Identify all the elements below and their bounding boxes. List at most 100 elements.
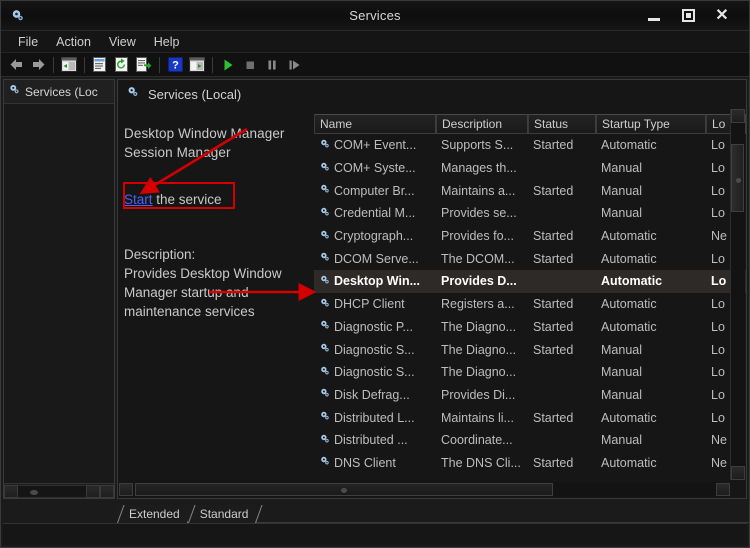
pane-content: Desktop Window Manager Session Manager S… <box>118 108 746 498</box>
column-header-status[interactable]: Status <box>528 114 596 133</box>
tab-extended[interactable]: Extended <box>117 505 188 523</box>
scroll-thumb-vertical[interactable] <box>731 143 744 212</box>
cell-name: Diagnostic S... <box>314 342 436 357</box>
pause-service-icon[interactable] <box>262 55 282 75</box>
table-row[interactable]: Diagnostic S... The Diagno... Started Manua… <box>314 338 746 361</box>
properties-icon[interactable] <box>90 55 110 75</box>
cell-status: Started <box>533 251 574 266</box>
services-list: Name Description Status Startup Type Lo … <box>314 108 746 498</box>
scroll-left-arrow[interactable] <box>4 484 18 498</box>
menu-file[interactable]: File <box>9 33 47 51</box>
cell-startup: Automatic <box>601 410 657 425</box>
cell-description: Provides se... <box>441 206 517 221</box>
list-rows: COM+ Event... Supports S... Started Automat… <box>314 134 746 498</box>
services-gear-icon <box>319 433 331 448</box>
back-icon[interactable] <box>6 55 26 75</box>
table-row[interactable]: Cryptograph... Provides fo... Started Autom… <box>314 225 746 248</box>
cell-startup: Automatic <box>601 455 657 470</box>
list-vertical-scrollbar[interactable] <box>730 109 745 480</box>
scroll-track[interactable] <box>18 484 86 498</box>
maximize-button[interactable] <box>671 3 705 29</box>
table-row[interactable]: Desktop Win... Provides D... Automatic Lo <box>314 270 746 293</box>
cell-name: DHCP Client <box>314 297 436 312</box>
scroll-down-arrow[interactable] <box>731 466 745 480</box>
scroll-extra-arrow[interactable] <box>100 484 114 498</box>
view-tabs: Extended Standard <box>1 501 749 523</box>
column-header-startup-type[interactable]: Startup Type <box>596 114 706 133</box>
table-row[interactable]: Diagnostic P... The Diagno... Started Autom… <box>314 316 746 339</box>
table-row[interactable]: DCOM Serve... The DCOM... Started Automatic… <box>314 247 746 270</box>
close-button[interactable]: ✕ <box>705 3 739 29</box>
cell-description: Provides fo... <box>441 229 514 244</box>
scroll-thumb[interactable] <box>30 489 39 495</box>
minimize-button[interactable] <box>637 3 671 29</box>
menu-help[interactable]: Help <box>145 33 189 51</box>
forward-icon[interactable] <box>28 55 48 75</box>
column-header-name[interactable]: Name <box>314 114 436 133</box>
tab-standard[interactable]: Standard <box>187 505 257 523</box>
refresh-icon[interactable] <box>112 55 132 75</box>
service-description-block: Description: Provides Desktop Window Man… <box>124 245 308 321</box>
list-horizontal-scrollbar[interactable] <box>119 482 730 497</box>
title-bar: Services ✕ <box>1 1 749 31</box>
scroll-right-arrow[interactable] <box>86 484 100 498</box>
cell-status: Started <box>533 455 574 470</box>
cell-text: Diagnostic P... <box>334 319 413 334</box>
selected-service-name: Desktop Window Manager Session Manager <box>124 126 285 160</box>
menu-action[interactable]: Action <box>47 33 100 51</box>
scroll-track-vertical[interactable] <box>731 123 745 466</box>
cell-startup: Automatic <box>601 138 657 153</box>
column-header-description[interactable]: Description <box>436 114 528 133</box>
scroll-up-arrow[interactable] <box>731 109 745 123</box>
services-gear-icon <box>319 183 331 198</box>
table-row[interactable]: Credential M... Provides se... Manual Lo <box>314 202 746 225</box>
table-row[interactable]: COM+ Syste... Manages th... Manual Lo <box>314 157 746 180</box>
cell-startup: Automatic <box>601 251 657 266</box>
scroll-thumb-horizontal[interactable] <box>135 483 553 496</box>
cell-name: Computer Br... <box>314 183 436 198</box>
cell-startup: Manual <box>601 206 642 221</box>
stop-service-icon[interactable] <box>240 55 260 75</box>
start-service-icon[interactable] <box>218 55 238 75</box>
services-gear-icon <box>319 319 331 334</box>
cell-description: Provides D... <box>441 274 517 289</box>
cell-status: Started <box>533 319 574 334</box>
table-row[interactable]: Computer Br... Maintains a... Started Manua… <box>314 179 746 202</box>
help-icon[interactable]: ? <box>165 55 185 75</box>
services-gear-icon <box>319 365 331 380</box>
svg-text:?: ? <box>172 60 179 72</box>
cell-name: Desktop Win... <box>314 274 436 289</box>
services-gear-icon <box>319 229 331 244</box>
cell-text: DCOM Serve... <box>334 251 419 266</box>
cell-text: Computer Br... <box>334 183 415 198</box>
tree-item-services-local[interactable]: Services (Loc <box>4 80 114 104</box>
tab-standard-label: Standard <box>199 507 249 521</box>
cell-text: Distributed L... <box>334 410 415 425</box>
cell-text: Diagnostic S... <box>334 342 415 357</box>
cell-startup: Manual <box>601 161 642 176</box>
show-hide-action-pane-icon[interactable] <box>187 55 207 75</box>
table-row[interactable]: COM+ Event... Supports S... Started Automat… <box>314 134 746 157</box>
scroll-right-arrow-list[interactable] <box>716 483 730 496</box>
pane-header: Services (Local) <box>118 80 746 108</box>
pane-header-label: Services (Local) <box>148 86 242 102</box>
cell-name: Cryptograph... <box>314 229 436 244</box>
export-list-icon[interactable] <box>134 55 154 75</box>
restart-service-icon[interactable] <box>284 55 304 75</box>
scroll-left-arrow-list[interactable] <box>119 483 133 496</box>
cell-startup: Manual <box>601 387 642 402</box>
services-gear-icon <box>319 206 331 221</box>
table-row[interactable]: Distributed ... Coordinate... Manual Ne <box>314 429 746 452</box>
menu-view[interactable]: View <box>100 33 145 51</box>
table-row[interactable]: Disk Defrag... Provides Di... Manual Lo <box>314 384 746 407</box>
show-hide-console-tree-icon[interactable] <box>59 55 79 75</box>
cell-name: Diagnostic S... <box>314 365 436 380</box>
table-row[interactable]: DHCP Client Registers a... Started Automati… <box>314 293 746 316</box>
left-pane-horizontal-scrollbar[interactable] <box>4 483 114 498</box>
table-row[interactable]: DNS Client The DNS Cli... Started Automatic… <box>314 452 746 475</box>
table-row[interactable]: Diagnostic S... The Diagno... Manual Lo <box>314 361 746 384</box>
cell-text: COM+ Syste... <box>334 161 416 176</box>
services-gear-icon <box>319 387 331 402</box>
table-row[interactable]: Distributed L... Maintains li... Started Au… <box>314 406 746 429</box>
scroll-track-horizontal[interactable] <box>133 483 716 496</box>
